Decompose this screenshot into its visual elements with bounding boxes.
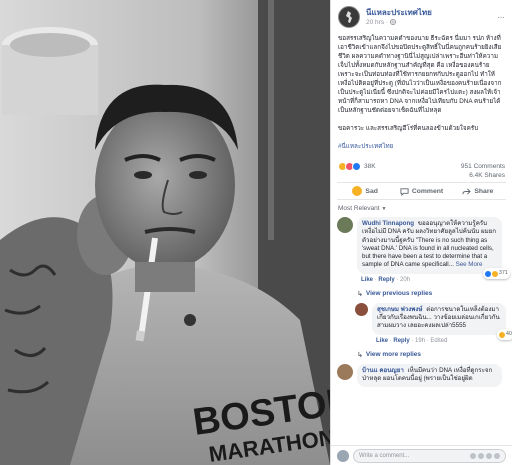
comment-reaction-count: 371 [498, 270, 508, 277]
react-button-label: Sad [365, 187, 378, 195]
comment-count[interactable]: 951 Comments [461, 163, 505, 170]
replier-avatar[interactable] [355, 302, 368, 316]
post-photo[interactable]: BOSTON MARATHON [0, 0, 330, 465]
sticker-icon[interactable] [494, 452, 500, 459]
comment-author[interactable]: Wudhi Tinnapong [362, 220, 414, 227]
comment-sort-dropdown[interactable]: Most Relevant ▼ [331, 200, 512, 215]
reply-arrow-icon: ↳ [357, 290, 363, 298]
write-comment-row: Write a comment... [331, 445, 512, 465]
reply-actions: Like · Reply · 19h · Edited [376, 337, 448, 344]
share-button-label: Share [474, 187, 494, 195]
gif-icon[interactable] [486, 452, 492, 459]
react-button[interactable]: Sad [337, 186, 393, 196]
post-text-paragraph-2: ขอคารวะ และสรรเสริญฮีโร่ที่คนลองข้ามด้วย… [338, 125, 479, 132]
post-meta: 20 hrs · [366, 18, 495, 27]
post-hashtag[interactable]: #นี่แหละประเทศไทย [338, 143, 393, 150]
comment-like-link[interactable]: Like [361, 277, 373, 283]
share-count[interactable]: 6.4K Shares [331, 172, 512, 182]
write-comment-placeholder: Write a comment... [359, 452, 410, 459]
page-avatar[interactable] [338, 6, 360, 28]
commenter-avatar[interactable] [337, 363, 353, 380]
like-reaction-icon [484, 270, 491, 277]
comment-bubble: บ้านแ คอนญยา เห็นมีคนว่า DNA เหงื่อที่ดู… [357, 363, 502, 388]
comment-button[interactable]: Comment [393, 187, 449, 196]
share-arrow-icon [462, 187, 472, 195]
view-previous-replies[interactable]: ↳ View previous replies [331, 285, 512, 301]
comment-item: บ้านแ คอนญยา เห็นมีคนว่า DNA เหงื่อที่ดู… [331, 362, 512, 390]
comment-reply-link[interactable]: Reply [378, 277, 394, 283]
share-button[interactable]: Share [450, 187, 506, 196]
reply-reply-link[interactable]: Reply [393, 338, 409, 344]
reply-like-link[interactable]: Like [376, 338, 388, 344]
post-text-paragraph-1: ขอสรรเสริญในความคดำของนาย ธีระฉัตร นี่มม… [338, 35, 502, 114]
reply-arrow-icon: ↳ [357, 351, 363, 359]
comment-bubble: Wudhi Tinnapong ขอออนุญาตให้ความรู้ครับ … [357, 217, 510, 279]
write-comment-input[interactable]: Write a comment... [353, 448, 506, 463]
globe-icon [390, 19, 397, 25]
reply-reaction-badge[interactable]: 40 [496, 329, 512, 340]
see-more-link[interactable]: See More [456, 261, 483, 268]
page-name[interactable]: นี่แหละประเทศไทย [366, 8, 495, 18]
chevron-down-icon: ▼ [381, 205, 387, 212]
commenter-avatar[interactable] [337, 217, 353, 233]
reply-author[interactable]: สุชเกษม พ่วงพงษ์ [377, 306, 422, 313]
reaction-count[interactable]: 38K [364, 163, 376, 170]
reply-bubble: สุชเกษม พ่วงพงษ์ ต่อการชนาดในเหล็งต้องมา… [372, 302, 512, 340]
sad-emoji-icon [352, 186, 363, 196]
post-time[interactable]: 20 hrs · [366, 18, 388, 27]
post-header: นี่แหละประเทศไทย 20 hrs · ··· [331, 0, 512, 32]
comment-bubble-icon [400, 187, 409, 196]
post-body: ขอสรรเสริญในความคดำของนาย ธีระฉัตร นี่มม… [331, 32, 512, 151]
reaction-summary[interactable]: 38K 951 Comments [331, 160, 512, 172]
view-more-label: View more replies [365, 351, 422, 359]
comment-actions: Like · Reply · 20h [361, 276, 411, 283]
current-user-avatar [337, 449, 349, 462]
post-side-panel: นี่แหละประเทศไทย 20 hrs · ··· ขอสรรเสริญ… [330, 0, 512, 465]
more-options-icon[interactable]: ··· [495, 12, 506, 23]
sort-label: Most Relevant [338, 205, 380, 212]
haha-reaction-icon [498, 331, 505, 338]
view-more-replies[interactable]: ↳ View more replies [331, 346, 512, 362]
view-previous-label: View previous replies [365, 290, 433, 298]
like-reaction-icon [352, 161, 361, 171]
reply-reaction-count: 40 [505, 331, 512, 338]
haha-reaction-icon [491, 270, 498, 277]
reply-item: สุชเกษม พ่วงพงษ์ ต่อการชนาดในเหล็งต้องมา… [331, 301, 512, 346]
camera-icon[interactable] [478, 452, 484, 459]
comment-time[interactable]: 20h [400, 277, 410, 283]
man-portrait-image: BOSTON MARATHON [0, 0, 330, 465]
comment-author[interactable]: บ้านแ คอนญยา [362, 367, 404, 374]
comment-reaction-badge[interactable]: 371 [482, 268, 510, 279]
post-action-bar: Sad Comment Share [337, 182, 506, 200]
comment-button-label: Comment [411, 187, 444, 195]
reply-time[interactable]: 19h [415, 338, 425, 344]
emoji-icon[interactable] [470, 452, 476, 459]
comment-item: Wudhi Tinnapong ขอออนุญาตให้ความรู้ครับ … [331, 215, 512, 285]
reply-edited: Edited [430, 337, 448, 344]
thailand-map-icon [346, 11, 352, 23]
